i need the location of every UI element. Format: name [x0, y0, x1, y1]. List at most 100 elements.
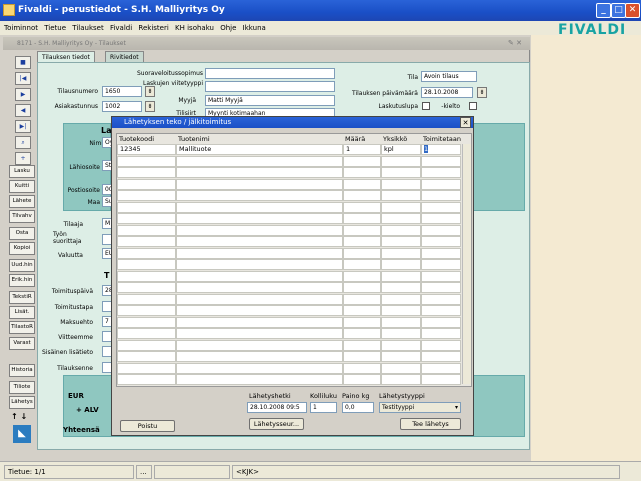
- tilastor-button[interactable]: TilastoR: [9, 321, 35, 334]
- empty-grid-cell[interactable]: [381, 236, 421, 247]
- maximize-button[interactable]: □: [611, 3, 626, 18]
- cell-maara[interactable]: 1: [343, 144, 381, 155]
- empty-grid-cell[interactable]: [117, 351, 176, 362]
- kuitti-button[interactable]: Kuitti: [9, 180, 35, 193]
- empty-grid-cell[interactable]: [176, 374, 343, 385]
- menu-ikkuna[interactable]: Ikkuna: [243, 24, 266, 32]
- empty-grid-cell[interactable]: [176, 155, 343, 167]
- empty-grid-cell[interactable]: [117, 236, 176, 247]
- empty-grid-cell[interactable]: [343, 247, 381, 259]
- cell-tuotekoodi[interactable]: 12345: [117, 144, 176, 155]
- empty-grid-cell[interactable]: [176, 247, 343, 259]
- empty-grid-cell[interactable]: [421, 167, 461, 178]
- viitetyyppi-select[interactable]: [205, 81, 335, 92]
- lasku-button[interactable]: Lasku: [9, 165, 35, 178]
- tiliote-button[interactable]: Tiliote: [9, 381, 35, 394]
- empty-grid-cell[interactable]: [381, 316, 421, 328]
- empty-grid-cell[interactable]: [117, 190, 176, 201]
- empty-grid-cell[interactable]: [381, 362, 421, 374]
- empty-grid-cell[interactable]: [176, 259, 343, 270]
- empty-grid-cell[interactable]: [343, 328, 381, 339]
- empty-grid-cell[interactable]: [117, 316, 176, 328]
- empty-grid-cell[interactable]: [343, 213, 381, 224]
- lahetysseur-button[interactable]: Lähetysseur...: [249, 418, 304, 430]
- kopioi-button[interactable]: Kopioi: [9, 242, 35, 255]
- empty-grid-cell[interactable]: [117, 328, 176, 339]
- empty-grid-cell[interactable]: [421, 178, 461, 190]
- empty-grid-cell[interactable]: [117, 282, 176, 293]
- empty-grid-cell[interactable]: [117, 224, 176, 236]
- myyja-select[interactable]: Matti Myyjä: [205, 95, 335, 106]
- calendar-icon[interactable]: ⇟: [477, 87, 487, 98]
- lahete-button[interactable]: Lähete: [9, 195, 35, 208]
- tilauksen-pvm-field[interactable]: 28.10.2008: [421, 87, 473, 98]
- empty-grid-cell[interactable]: [381, 282, 421, 293]
- tee-lahetys-button[interactable]: Tee lähetys: [400, 418, 461, 430]
- new-record-icon[interactable]: +: [15, 152, 31, 165]
- empty-grid-cell[interactable]: [343, 293, 381, 305]
- empty-grid-cell[interactable]: [343, 305, 381, 316]
- cell-tuotenimi[interactable]: Mallituote: [176, 144, 343, 155]
- empty-grid-cell[interactable]: [381, 270, 421, 282]
- menu-tietue[interactable]: Tietue: [44, 24, 66, 32]
- empty-grid-cell[interactable]: [343, 190, 381, 201]
- asiakastunnus-search-icon[interactable]: ⇟: [145, 101, 155, 112]
- empty-grid-cell[interactable]: [117, 293, 176, 305]
- menu-fivaldi[interactable]: Fivaldi: [110, 24, 132, 32]
- empty-grid-cell[interactable]: [117, 167, 176, 178]
- lahetystyyppi-select[interactable]: Testityyppi ▾: [379, 402, 461, 413]
- empty-grid-cell[interactable]: [421, 282, 461, 293]
- uud-hin-button[interactable]: Uud.hin: [9, 259, 35, 272]
- varast-button[interactable]: Varast: [9, 337, 35, 350]
- tilausnumero-field[interactable]: 1650: [102, 86, 142, 97]
- empty-grid-cell[interactable]: [176, 282, 343, 293]
- empty-grid-cell[interactable]: [343, 167, 381, 178]
- empty-grid-cell[interactable]: [117, 201, 176, 213]
- erik-hin-button[interactable]: Erik.hin: [9, 274, 35, 287]
- historia-button[interactable]: Historia: [9, 364, 35, 377]
- empty-grid-cell[interactable]: [176, 236, 343, 247]
- empty-grid-cell[interactable]: [381, 305, 421, 316]
- empty-grid-cell[interactable]: [176, 213, 343, 224]
- empty-grid-cell[interactable]: [381, 167, 421, 178]
- empty-grid-cell[interactable]: [343, 201, 381, 213]
- first-record-icon[interactable]: |◀: [15, 72, 31, 85]
- empty-grid-cell[interactable]: [381, 374, 421, 385]
- asiakastunnus-field[interactable]: 1002: [102, 101, 142, 112]
- empty-grid-cell[interactable]: [343, 270, 381, 282]
- empty-grid-cell[interactable]: [176, 351, 343, 362]
- cell-toimitetaan[interactable]: 1: [421, 144, 461, 155]
- empty-grid-cell[interactable]: [381, 213, 421, 224]
- empty-grid-cell[interactable]: [421, 247, 461, 259]
- empty-grid-cell[interactable]: [381, 190, 421, 201]
- empty-grid-cell[interactable]: [176, 167, 343, 178]
- inner-window-controls[interactable]: ✎ ✕: [508, 39, 522, 47]
- empty-grid-cell[interactable]: [176, 224, 343, 236]
- search-icon[interactable]: ⌕: [15, 136, 31, 149]
- empty-grid-cell[interactable]: [381, 339, 421, 351]
- empty-grid-cell[interactable]: [117, 305, 176, 316]
- empty-grid-cell[interactable]: [117, 213, 176, 224]
- paino-field[interactable]: 0,0: [342, 402, 374, 413]
- empty-grid-cell[interactable]: [343, 351, 381, 362]
- empty-grid-cell[interactable]: [421, 236, 461, 247]
- empty-grid-cell[interactable]: [343, 339, 381, 351]
- poistu-button[interactable]: Poistu: [120, 420, 175, 432]
- menu-ohje[interactable]: Ohje: [220, 24, 236, 32]
- sort-arrows-icon[interactable]: ↑ ↓: [11, 412, 27, 421]
- empty-grid-cell[interactable]: [421, 155, 461, 167]
- empty-grid-cell[interactable]: [421, 213, 461, 224]
- empty-grid-cell[interactable]: [421, 362, 461, 374]
- menu-kh-isohaku[interactable]: KH isohaku: [175, 24, 214, 32]
- empty-grid-cell[interactable]: [176, 339, 343, 351]
- empty-grid-cell[interactable]: [421, 259, 461, 270]
- laskutuslupa-checkbox[interactable]: [422, 102, 430, 110]
- empty-grid-cell[interactable]: [381, 259, 421, 270]
- minimize-button[interactable]: _: [596, 3, 611, 18]
- empty-grid-cell[interactable]: [421, 351, 461, 362]
- next-record-icon[interactable]: ▶: [15, 88, 31, 101]
- empty-grid-cell[interactable]: [117, 178, 176, 190]
- empty-grid-cell[interactable]: [421, 305, 461, 316]
- lahetys-button[interactable]: Lähetys: [9, 396, 35, 409]
- empty-grid-cell[interactable]: [176, 362, 343, 374]
